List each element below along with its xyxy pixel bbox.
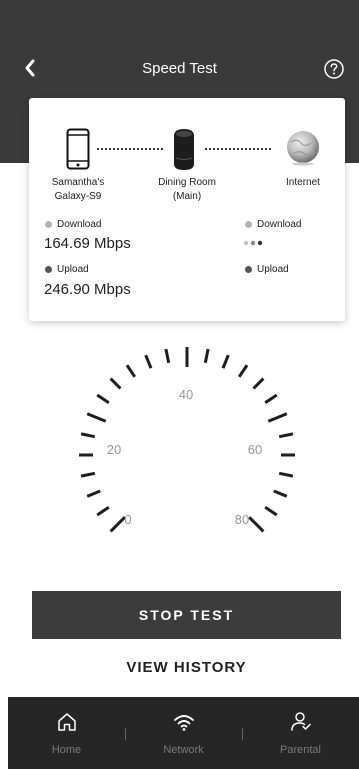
gauge-label-40: 40 <box>179 387 193 402</box>
gauge-tick <box>278 432 294 439</box>
loading-dots-icon <box>243 240 263 246</box>
device-name-line2: Galaxy-S9 <box>54 191 102 202</box>
parental-icon <box>290 712 311 731</box>
view-history-button[interactable]: VIEW HISTORY <box>32 650 341 684</box>
gauge-tick <box>96 393 110 405</box>
stop-test-button[interactable]: STOP TEST <box>32 591 341 639</box>
gauge-tick <box>273 489 288 498</box>
upload-label-text: Upload <box>57 264 89 275</box>
gauge-tick <box>109 516 126 533</box>
gauge-label-60: 60 <box>248 442 262 457</box>
gauge-tick <box>86 412 107 423</box>
gauge-tick <box>237 364 249 378</box>
download-value: 164.69 Mbps <box>44 235 131 252</box>
gauge-tick <box>164 348 171 364</box>
gauge-tick <box>109 377 122 390</box>
help-button[interactable] <box>323 58 345 80</box>
bottom-tab-bar: Home Network Parental <box>8 697 359 769</box>
connection-line-right <box>205 148 271 150</box>
gauge-tick <box>252 377 265 390</box>
tab-home[interactable]: Home <box>8 697 125 769</box>
upload-value: 246.90 Mbps <box>44 281 131 298</box>
page-title: Speed Test <box>142 60 217 77</box>
gauge-tick <box>125 364 137 378</box>
gauge-tick <box>144 354 153 369</box>
gauge-label-80: 80 <box>235 512 249 527</box>
device-name-line2: (Main) <box>172 191 202 202</box>
upload-label-text: Upload <box>257 264 289 275</box>
gauge-tick <box>86 489 101 498</box>
device-name-line1: Samantha's <box>51 177 105 188</box>
gauge-label-20: 20 <box>107 442 121 457</box>
device-label-phone: Samantha's Galaxy-S9 <box>35 176 121 204</box>
gauge-tick <box>278 471 294 478</box>
connection-line-left <box>97 148 163 150</box>
gauge-tick <box>248 516 265 533</box>
download-label-text: Download <box>57 219 102 230</box>
gauge-tick <box>203 348 210 364</box>
speed-test-card: Samantha's Galaxy-S9 Dining Room (Main) … <box>29 98 345 321</box>
tab-network[interactable]: Network <box>125 697 242 769</box>
download-label-text: Download <box>257 219 302 230</box>
tab-label: Home <box>51 744 82 756</box>
gauge-tick <box>264 505 278 517</box>
router-icon <box>174 129 194 170</box>
upload-bullet <box>45 266 52 273</box>
device-label-router: Dining Room (Main) <box>142 176 232 204</box>
device-name-line1: Dining Room <box>158 177 216 188</box>
gauge-tick <box>80 432 96 439</box>
wifi-icon <box>173 715 194 731</box>
tab-parental[interactable]: Parental <box>242 697 359 769</box>
gauge-tick <box>96 505 110 517</box>
device-label-internet: Internet <box>286 177 320 188</box>
gauge-tick <box>221 354 230 369</box>
gauge-label-0: 0 <box>124 512 131 527</box>
upload-label-left: Upload <box>45 264 89 275</box>
download-bullet <box>45 221 52 228</box>
gauge-tick <box>267 412 288 423</box>
upload-label-right: Upload <box>245 264 289 275</box>
question-circle-icon <box>324 59 344 79</box>
download-label-right: Download <box>245 219 301 230</box>
tab-label: Parental <box>280 744 321 756</box>
gauge-tick <box>80 471 96 478</box>
upload-bullet <box>245 266 252 273</box>
tab-label: Network <box>163 744 204 756</box>
home-icon <box>57 713 76 731</box>
download-label-left: Download <box>45 219 101 230</box>
gauge-ticks <box>79 347 295 533</box>
globe-icon <box>287 131 319 166</box>
phone-icon <box>66 128 90 170</box>
speed-gauge: 0 20 40 60 80 <box>79 347 295 533</box>
download-bullet <box>245 221 252 228</box>
gauge-tick <box>264 393 278 405</box>
